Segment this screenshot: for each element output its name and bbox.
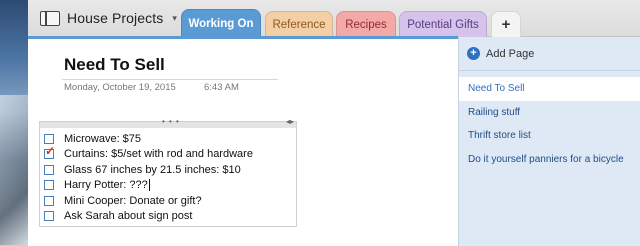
add-page-label: Add Page — [486, 47, 535, 60]
page-canvas[interactable]: Need To Sell Monday, October 19, 2015 6:… — [28, 39, 458, 246]
tab-reference[interactable]: Reference — [265, 11, 333, 37]
todo-checkbox[interactable] — [44, 164, 54, 175]
todo-text[interactable]: Harry Potter: ??? — [64, 179, 148, 191]
pages-panel: + Add Page Need To Sell Railing stuff Th… — [458, 37, 640, 246]
todo-text[interactable]: Ask Sarah about sign post — [64, 210, 192, 222]
resize-icon[interactable]: ◂▸ — [286, 117, 294, 126]
notebook-name: House Projects — [67, 10, 164, 26]
tab-working-on[interactable]: Working On — [181, 9, 261, 37]
todo-checkbox-checked[interactable]: ✓ — [44, 145, 55, 160]
checkmark-icon: ✓ — [45, 144, 56, 159]
page-item-railing-stuff[interactable]: Railing stuff — [459, 101, 640, 125]
todo-checkbox[interactable] — [44, 195, 54, 206]
add-section-button[interactable]: + — [491, 11, 521, 37]
page-item-panniers[interactable]: Do it yourself panniers for a bicycle — [459, 148, 640, 172]
list-item[interactable]: Mini Cooper: Donate or gift? — [44, 193, 294, 209]
desktop-background — [0, 0, 28, 246]
todo-text[interactable]: Mini Cooper: Donate or gift? — [64, 195, 202, 207]
note-drag-handle[interactable]: • • • ◂▸ — [40, 117, 296, 128]
note-container[interactable]: • • • ◂▸ Microwave: $75 ✓ Curtains: $5/s… — [39, 117, 297, 227]
title-divider — [62, 79, 278, 80]
list-item[interactable]: Glass 67 inches by 21.5 inches: $10 — [44, 162, 294, 178]
todo-text[interactable]: Curtains: $5/set with rod and hardware — [64, 148, 253, 160]
todo-text[interactable]: Glass 67 inches by 21.5 inches: $10 — [64, 164, 241, 176]
page-title[interactable]: Need To Sell — [64, 55, 165, 75]
add-page-button[interactable]: + Add Page — [459, 37, 640, 71]
todo-checkbox[interactable] — [44, 211, 54, 222]
notebook-switcher[interactable]: House Projects ▾ — [40, 8, 177, 28]
list-item[interactable]: Microwave: $75 — [44, 131, 294, 147]
todo-checkbox[interactable] — [44, 180, 54, 191]
list-item[interactable]: Ask Sarah about sign post — [44, 209, 294, 225]
notebook-icon — [40, 10, 60, 26]
text-cursor — [148, 179, 150, 192]
onenote-window: House Projects ▾ Working On Reference Re… — [28, 0, 640, 246]
list-item[interactable]: Harry Potter: ??? — [44, 178, 294, 194]
add-circle-icon: + — [467, 47, 480, 60]
todo-list: Microwave: $75 ✓ Curtains: $5/set with r… — [44, 131, 294, 224]
page-date: Monday, October 19, 2015 — [64, 82, 176, 93]
page-time: 6:43 AM — [204, 82, 239, 93]
tab-potential-gifts[interactable]: Potential Gifts — [399, 11, 487, 37]
chevron-down-icon[interactable]: ▾ — [172, 13, 177, 24]
page-list: Need To Sell Railing stuff Thrift store … — [459, 77, 640, 171]
page-item-thrift-store-list[interactable]: Thrift store list — [459, 124, 640, 148]
todo-checkbox[interactable] — [44, 133, 54, 144]
list-item[interactable]: ✓ Curtains: $5/set with rod and hardware — [44, 145, 294, 163]
drag-dots-icon[interactable]: • • • — [162, 117, 180, 126]
notebook-header: House Projects ▾ Working On Reference Re… — [28, 0, 640, 37]
page-item-need-to-sell[interactable]: Need To Sell — [459, 77, 640, 101]
todo-text[interactable]: Microwave: $75 — [64, 133, 141, 145]
tab-recipes[interactable]: Recipes — [336, 11, 396, 37]
